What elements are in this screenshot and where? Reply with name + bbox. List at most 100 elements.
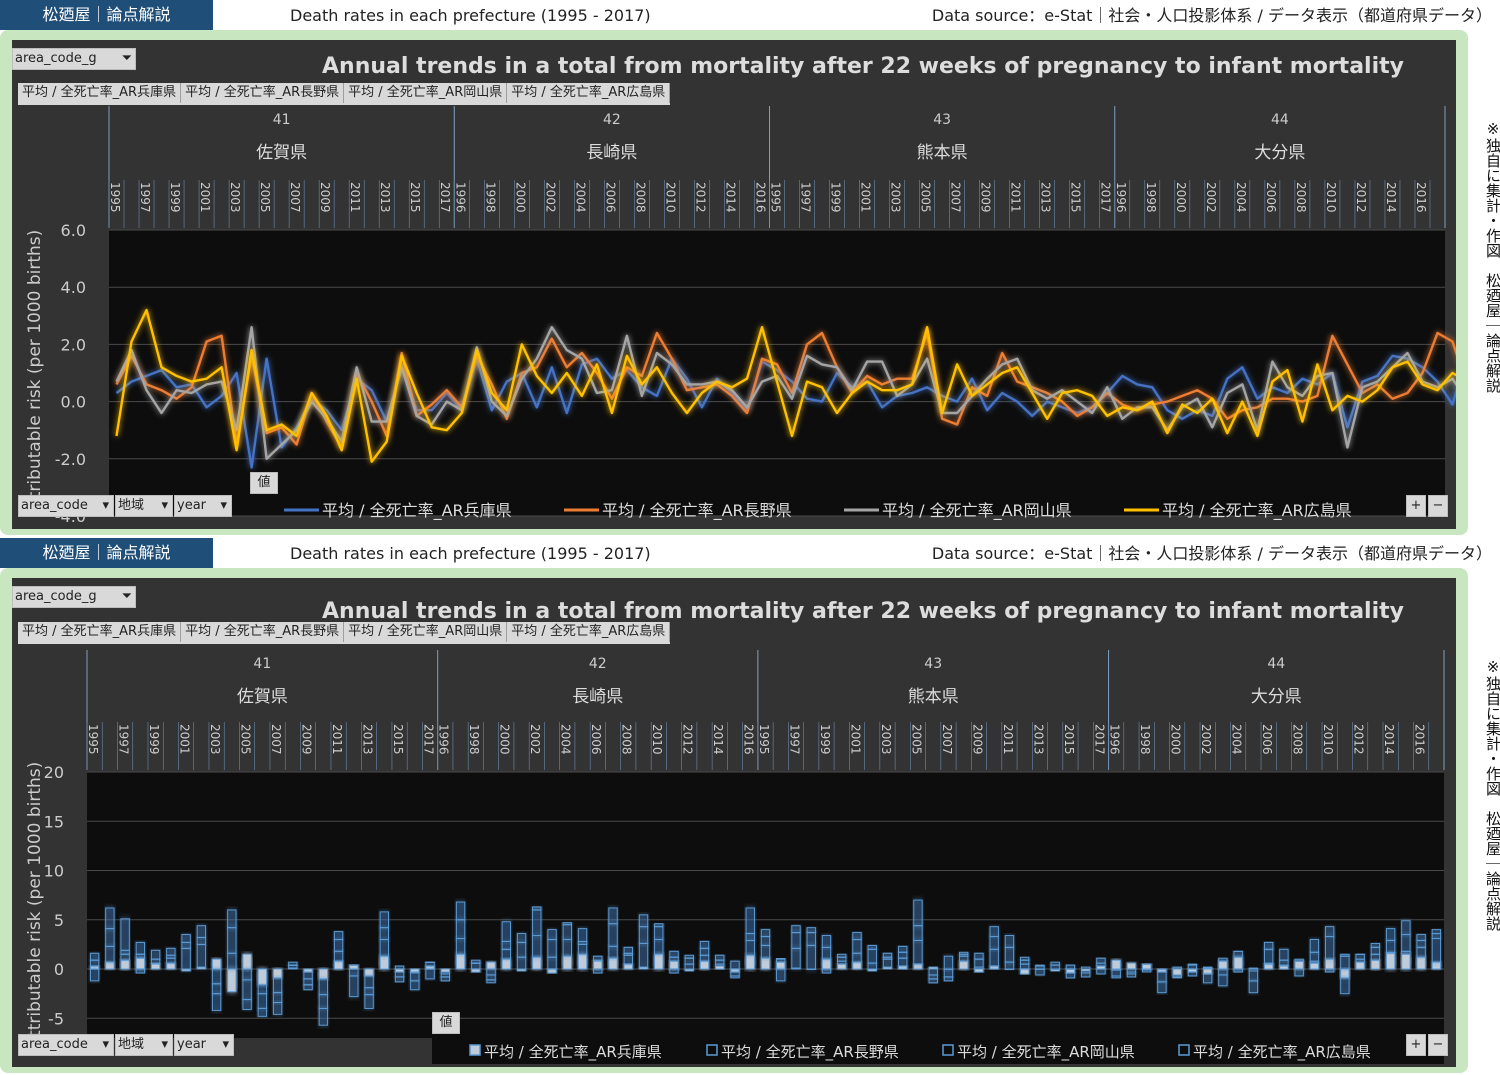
year-tick-label: 2012: [681, 724, 695, 755]
area-code-filter-top[interactable]: area_code ▾: [18, 495, 114, 517]
bar-segment: [791, 932, 801, 949]
bar-segment: [150, 958, 161, 964]
bar-segment: [913, 925, 923, 941]
bar-segment: [105, 945, 115, 963]
area-code-filter-bottom[interactable]: area_code ▾: [18, 1034, 114, 1056]
bar-segment: [852, 961, 862, 970]
bar-segment: [333, 950, 344, 962]
bar-segment: [1416, 956, 1426, 970]
bar-segment: [1111, 969, 1121, 977]
value-field-top[interactable]: 値: [250, 472, 278, 494]
bar-segment: [1233, 968, 1243, 973]
year-tick-label: 2017: [1092, 724, 1106, 755]
legend-chips-top: 平均 / 全死亡率_AR兵庫県 平均 / 全死亡率_AR長野県 平均 / 全死亡率_…: [18, 83, 671, 105]
bar-segment: [227, 968, 237, 993]
legend-label: 平均 / 全死亡率_AR岡山県: [957, 1043, 1135, 1062]
year-tick-label: 2006: [589, 724, 603, 755]
year-tick-label: 2007: [288, 182, 302, 213]
bar-segment: [166, 947, 176, 956]
bar-segment: [227, 909, 237, 929]
legend-chip-nagano: 平均 / 全死亡率_AR長野県: [181, 83, 345, 103]
year-tick-label: 2014: [1384, 182, 1398, 213]
bar-segment: [699, 954, 710, 962]
bar-segment: [730, 971, 740, 977]
year-tick-label: 2016: [753, 182, 767, 213]
bar-segment: [1020, 956, 1030, 961]
bar-segment: [1431, 929, 1442, 935]
year-tick-label: 2009: [970, 724, 984, 755]
bar-segment: [699, 940, 710, 949]
year-tick-label: 2013: [378, 182, 392, 213]
year-tick-label: 2003: [879, 724, 893, 755]
bar-segment: [410, 972, 420, 982]
bar-segment: [379, 938, 390, 957]
bar-segment: [608, 957, 618, 970]
group-name-label: 佐賀県: [237, 687, 288, 707]
bar-segment: [516, 941, 527, 958]
bar-segment: [562, 938, 572, 957]
bar-segment: [562, 922, 572, 926]
bar-segment: [272, 992, 283, 1004]
bar-segment: [1141, 963, 1152, 966]
bar-segment: [1294, 960, 1304, 970]
bar-segment: [852, 932, 862, 940]
bar-segment: [227, 952, 237, 970]
area-code-g-filter-top[interactable]: area_code_g ⏷: [12, 48, 136, 70]
bar-segment: [1218, 974, 1228, 987]
area-code-g-filter-bottom[interactable]: area_code_g ⏷: [12, 586, 136, 608]
legend-chip-hyogo: 平均 / 全死亡率_AR兵庫県: [18, 83, 182, 103]
year-filter-top[interactable]: year ▾: [174, 495, 232, 517]
bar-segment: [1324, 926, 1335, 938]
bar-segment: [1202, 968, 1213, 975]
bar-segment: [486, 961, 496, 970]
bar-segment: [89, 952, 100, 961]
year-tick-label: 1998: [483, 182, 497, 213]
legend-chip-hyogo: 平均 / 全死亡率_AR兵庫県: [18, 622, 182, 642]
bar-segment: [776, 957, 786, 960]
bar-segment: [760, 936, 771, 946]
bar-segment: [211, 968, 222, 985]
bar-segment: [623, 963, 633, 970]
year-tick-label: 2008: [1291, 724, 1305, 755]
year-tick-label: 2007: [269, 724, 283, 755]
bar-segment: [654, 938, 664, 955]
year-tick-label: 2013: [360, 724, 374, 755]
expand-button-bottom[interactable]: +: [1406, 1034, 1426, 1056]
region-filter-top[interactable]: 地域 ▾: [115, 495, 173, 517]
bar-segment: [364, 968, 374, 977]
year-tick-label: 2009: [979, 182, 993, 213]
group-name-label: 大分県: [1251, 687, 1302, 707]
legend-chip-okayama: 平均 / 全死亡率_AR岡山県: [344, 622, 508, 642]
bar-segment: [867, 948, 877, 964]
collapse-button-bottom[interactable]: −: [1428, 1034, 1448, 1056]
bar-segment: [196, 937, 207, 945]
year-tick-label: 2011: [330, 724, 344, 755]
bar-segment: [425, 968, 435, 980]
bar-segment: [318, 994, 329, 1009]
bar-segment: [1401, 920, 1411, 936]
legend-label: 平均 / 全死亡率_AR長野県: [721, 1043, 899, 1062]
bar-segment: [1111, 959, 1121, 970]
year-tick-label: 2000: [513, 182, 527, 213]
bar-segment: [501, 940, 511, 950]
bar-segment: [1279, 948, 1289, 961]
year-tick-label: 1999: [168, 182, 182, 213]
year-tick-label: 1997: [116, 724, 130, 755]
year-filter-bottom[interactable]: year ▾: [174, 1034, 234, 1056]
year-tick-label: 2011: [1001, 724, 1015, 755]
value-field-bottom[interactable]: 値: [432, 1012, 460, 1034]
year-tick-label: 2013: [1031, 724, 1045, 755]
bar-segment: [821, 958, 832, 970]
collapse-button-top[interactable]: −: [1428, 495, 1448, 517]
bar-segment: [333, 931, 344, 940]
bar-segment: [959, 955, 969, 962]
bar-segment: [105, 961, 115, 970]
year-tick-label: 1995: [768, 182, 782, 213]
year-tick-label: 2005: [909, 724, 923, 755]
region-filter-bottom[interactable]: 地域 ▾: [115, 1034, 173, 1056]
chart-area-bottom: Annual trends in a total from mortality …: [12, 578, 1456, 1067]
bar-segment: [821, 946, 832, 960]
line-chart: Annual trends in a total from mortality …: [25, 54, 1456, 526]
bar-segment: [120, 949, 130, 955]
expand-button-top[interactable]: +: [1406, 495, 1426, 517]
